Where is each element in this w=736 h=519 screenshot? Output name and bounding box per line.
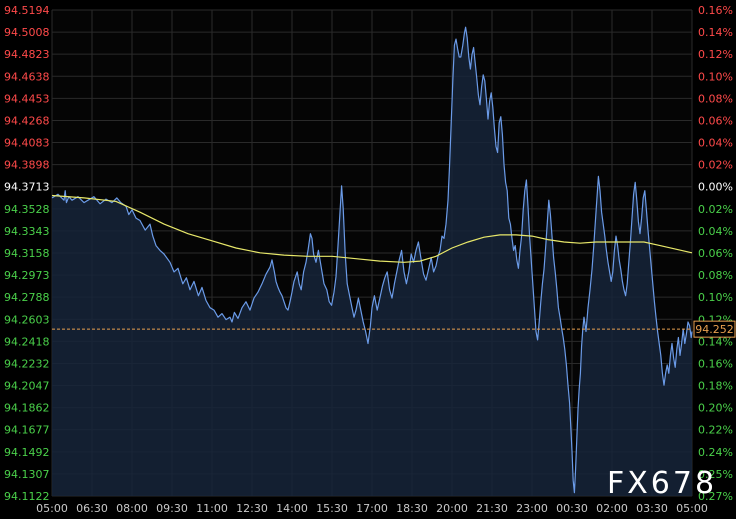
x-tick-label: 15:30: [316, 502, 348, 515]
y-tick-label-right: 0.10%: [698, 291, 733, 304]
chart-svg: 94.5194 0.16% 94.5008 0.14% 94.4823 0.12% 94.4…: [0, 0, 736, 519]
y-tick-label-left: 94.2232: [4, 357, 50, 370]
y-tick-label-left: 94.4638: [4, 70, 50, 83]
y-tick-label-left: 94.4268: [4, 114, 50, 127]
x-tick-label: 05:00: [676, 502, 708, 515]
y-tick-label-right: 0.08%: [698, 92, 733, 105]
x-tick-label: 20:00: [436, 502, 468, 515]
y-tick-label-right: 0.18%: [698, 380, 733, 393]
y-tick-label-right: 0.24%: [698, 446, 733, 459]
y-tick-label-right: 0.04%: [698, 225, 733, 238]
y-tick-label-right: 0.16%: [698, 357, 733, 370]
y-tick-label-right: 0.00%: [698, 181, 733, 194]
y-tick-label-left: 94.2973: [4, 269, 50, 282]
y-tick-label-left: 94.3343: [4, 225, 50, 238]
y-tick-label-left: 94.2788: [4, 291, 50, 304]
x-tick-label: 03:30: [636, 502, 668, 515]
y-tick-label-left: 94.3713: [4, 181, 50, 194]
chart-root: 94.5194 0.16% 94.5008 0.14% 94.4823 0.12% 94.4…: [0, 0, 736, 519]
x-tick-label: 17:00: [356, 502, 388, 515]
y-tick-label-left: 94.1677: [4, 424, 50, 437]
fx678-watermark-logo: FX678: [607, 466, 717, 501]
y-tick-label-right: 0.06%: [698, 114, 733, 127]
y-tick-label-right: 0.02%: [698, 159, 733, 172]
y-tick-label-left: 94.5194: [4, 4, 50, 17]
y-tick-label-left: 94.1307: [4, 468, 50, 481]
x-tick-label: 23:00: [516, 502, 548, 515]
y-tick-label-left: 94.4453: [4, 92, 50, 105]
x-tick-label: 12:30: [236, 502, 268, 515]
x-tick-label: 08:00: [116, 502, 148, 515]
x-tick-label: 14:00: [276, 502, 308, 515]
y-tick-label-left: 94.3528: [4, 203, 50, 216]
y-tick-label-right: 0.12%: [698, 48, 733, 61]
y-tick-label-right: 0.06%: [698, 247, 733, 260]
x-tick-label: 05:00: [36, 502, 68, 515]
y-tick-label-left: 94.2603: [4, 313, 50, 326]
y-tick-label-right: 0.16%: [698, 4, 733, 17]
x-tick-label: 18:30: [396, 502, 428, 515]
x-tick-label: 02:00: [596, 502, 628, 515]
y-tick-label-right: 0.08%: [698, 269, 733, 282]
x-tick-label: 21:30: [476, 502, 508, 515]
current-price-label: 94.252: [695, 323, 734, 336]
y-tick-label-left: 94.4083: [4, 137, 50, 150]
y-tick-label-left: 94.1862: [4, 402, 50, 415]
y-tick-label-left: 94.1492: [4, 446, 50, 459]
y-tick-label-left: 94.4823: [4, 48, 50, 61]
y-tick-label-right: 0.04%: [698, 137, 733, 150]
x-tick-label: 11:00: [196, 502, 228, 515]
y-tick-label-left: 94.2047: [4, 380, 50, 393]
x-tick-label: 06:30: [76, 502, 108, 515]
y-tick-label-right: 0.14%: [698, 26, 733, 39]
y-tick-label-right: 0.10%: [698, 70, 733, 83]
y-tick-label-left: 94.2418: [4, 335, 50, 348]
y-tick-label-left: 94.3898: [4, 159, 50, 172]
y-tick-label-right: 0.20%: [698, 402, 733, 415]
x-tick-label: 09:30: [156, 502, 188, 515]
y-tick-label-left: 94.5008: [4, 26, 50, 39]
y-tick-label-right: 0.22%: [698, 424, 733, 437]
y-tick-label-right: 0.02%: [698, 203, 733, 216]
y-tick-label-left: 94.3158: [4, 247, 50, 260]
x-tick-label: 00:30: [556, 502, 588, 515]
